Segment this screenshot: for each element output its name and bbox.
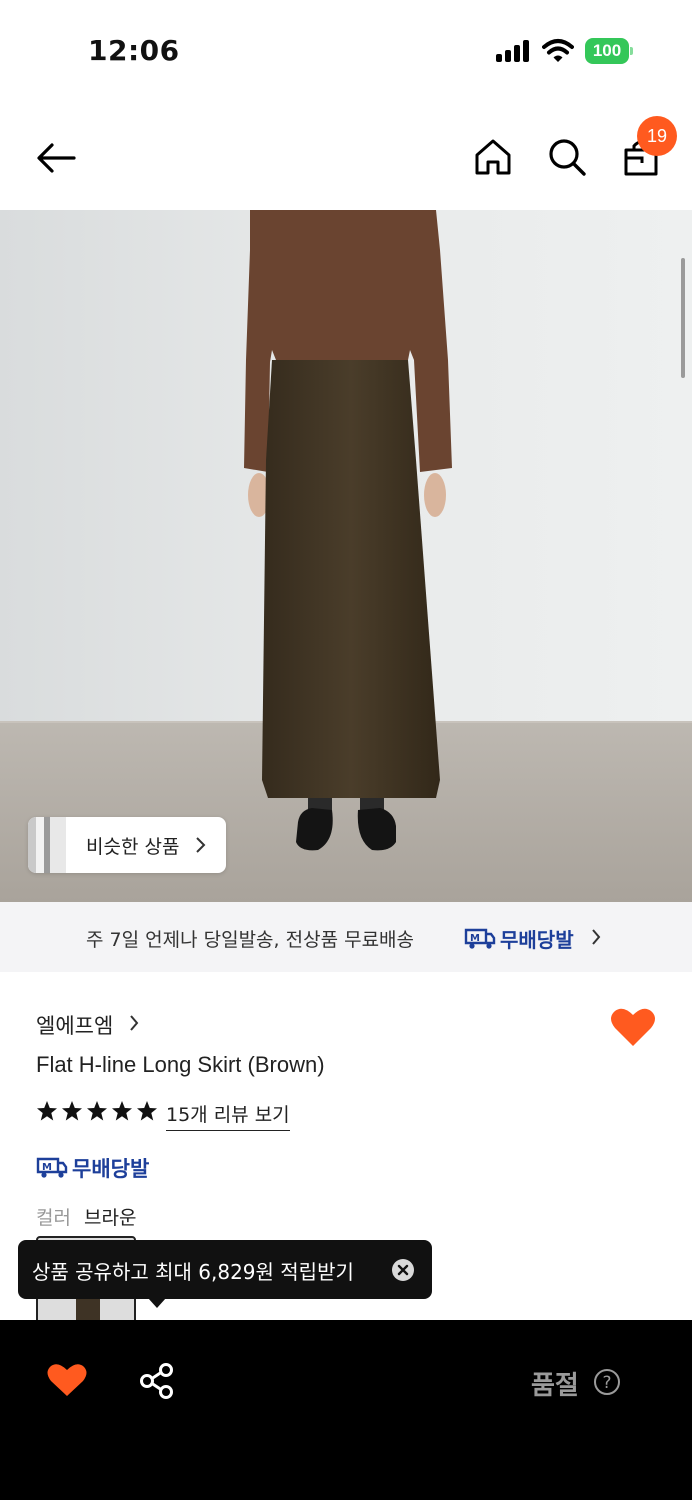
search-icon[interactable] [546,136,588,178]
chevron-right-icon [130,1015,139,1031]
svg-text:M: M [470,933,480,944]
bottom-action-bar: 품절 ? [0,1320,692,1500]
product-title: Flat H-line Long Skirt (Brown) [36,1052,325,1077]
top-nav-bar [0,110,692,210]
help-circle-icon[interactable]: ? [593,1368,621,1396]
share-reward-tooltip: 상품 공유하고 최대 6,829원 적립받기 [18,1240,432,1299]
signal-icon [496,40,532,62]
chevron-right-icon [592,929,601,945]
similar-products-button[interactable]: 비슷한 상품 [28,817,226,873]
product-photo [0,210,692,902]
wishlist-heart-icon[interactable] [610,1006,656,1048]
battery-icon: 100 [585,38,633,64]
delivery-truck-icon: M [36,1157,68,1178]
cart-count-badge: 19 [637,116,677,156]
wifi-icon [542,39,574,62]
tooltip-arrow [148,1298,166,1308]
share-icon[interactable] [138,1362,176,1400]
chevron-right-icon [196,837,206,853]
back-arrow-icon[interactable] [32,138,80,178]
delivery-banner[interactable]: 주 7일 언제나 당일발송, 전상품 무료배송 M 무배당발 [0,902,692,972]
home-icon[interactable] [472,136,514,178]
similar-products-thumbnail [28,817,66,873]
share-reward-text: 상품 공유하고 최대 6,829원 적립받기 [32,1260,354,1284]
svg-text:M: M [42,1162,52,1173]
battery-level: 100 [585,38,629,64]
svg-text:?: ? [602,1373,611,1393]
reviews-link[interactable]: 15개 리뷰 보기 [166,1100,290,1131]
delivery-banner-text: 주 7일 언제나 당일발송, 전상품 무료배송 [86,929,415,951]
heart-icon[interactable] [47,1362,87,1398]
status-bar: 12:06 100 [0,0,692,100]
brand-name[interactable]: 엘에프엠 [36,1010,113,1040]
sold-out-label: 품절 [531,1371,579,1401]
mubaedangbal-label: 무배당발 [500,928,574,952]
mubaedangbal-label: 무배당발 [72,1157,150,1181]
rating-stars [37,1101,157,1121]
image-scroll-indicator [681,258,685,378]
color-option-value: 브라운 [84,1207,137,1229]
similar-products-label: 비슷한 상품 [86,836,180,858]
status-time: 12:06 [88,34,180,67]
color-option-label: 컬러 [36,1207,71,1229]
close-icon[interactable] [391,1258,415,1282]
product-image[interactable] [0,210,692,902]
delivery-truck-icon: M [464,928,496,949]
